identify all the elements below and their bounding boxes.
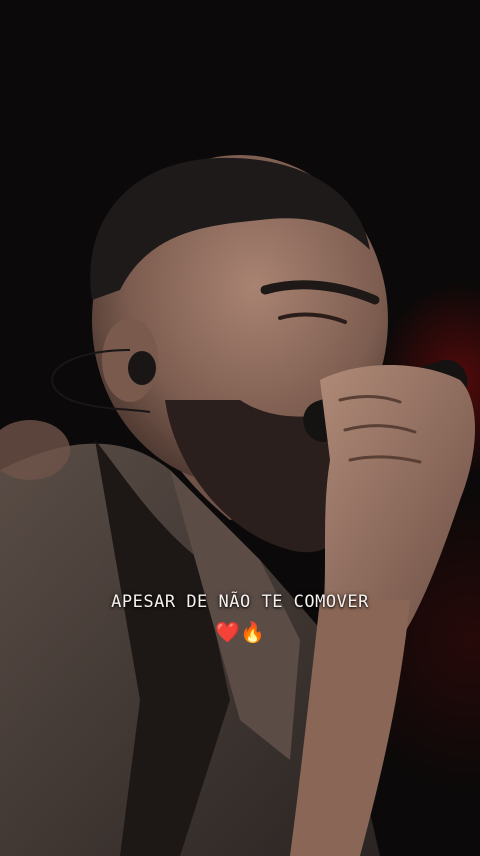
singer-photo xyxy=(0,155,475,856)
fire-icon: 🔥 xyxy=(240,620,265,644)
emoji-row: ❤️🔥 xyxy=(0,620,480,644)
video-frame: APESAR DE NÃO TE COMOVER ❤️🔥 xyxy=(0,0,480,856)
caption-text: APESAR DE NÃO TE COMOVER xyxy=(111,592,369,612)
heart-icon: ❤️ xyxy=(215,620,240,644)
earpiece-icon xyxy=(128,351,156,385)
